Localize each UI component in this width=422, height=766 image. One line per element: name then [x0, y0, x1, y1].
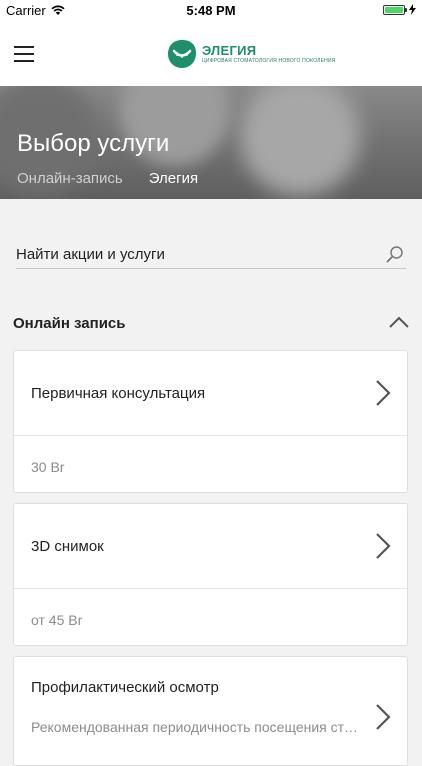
service-name: Первичная консультация	[31, 385, 206, 402]
status-time: 5:48 PM	[186, 3, 236, 18]
section-title: Онлайн запись	[13, 315, 126, 332]
service-card[interactable]: 3D снимок от 45 Br	[13, 503, 408, 646]
logo-name: ЭЛЕГИЯ	[202, 43, 257, 58]
chevron-right-icon	[376, 380, 391, 406]
page-title: Выбор услуги	[17, 130, 170, 157]
nav-bar: ЭЛЕГИЯ ЦИФРОВАЯ СТОМАТОЛОГИЯ НОВОГО ПОКО…	[0, 22, 422, 86]
hero-banner: Выбор услуги Онлайн-запись Элегия	[0, 86, 422, 199]
menu-icon-line	[14, 46, 34, 48]
search-icon[interactable]	[386, 245, 404, 263]
tooth-logo-icon	[168, 40, 196, 68]
battery-icon	[383, 4, 407, 15]
hero-photo-blur	[240, 86, 360, 196]
service-description: Рекомендованная периодичность посещения …	[31, 719, 361, 735]
tab-online-booking[interactable]: Онлайн-запись	[17, 170, 123, 187]
service-card-header: Первичная консультация	[14, 351, 407, 436]
status-right	[383, 4, 416, 15]
hero-tabs: Онлайн-запись Элегия	[17, 170, 198, 187]
service-card[interactable]: Первичная консультация 30 Br	[13, 350, 408, 493]
search-input[interactable]	[16, 242, 376, 266]
section-header[interactable]: Онлайн запись	[13, 312, 409, 336]
tab-elegia[interactable]: Элегия	[149, 170, 198, 187]
service-price: от 45 Br	[31, 612, 83, 628]
chevron-right-icon	[376, 704, 391, 730]
chevron-up-icon[interactable]	[389, 316, 409, 328]
chevron-right-icon	[376, 533, 391, 559]
service-price: 30 Br	[31, 459, 65, 475]
search-bar	[16, 242, 406, 269]
service-card-header: 3D снимок	[14, 504, 407, 589]
service-name: 3D снимок	[31, 538, 104, 555]
service-name: Профилактический осмотр	[31, 679, 219, 696]
menu-icon-line	[14, 53, 34, 55]
status-bar: Carrier 5:48 PM	[0, 0, 422, 22]
menu-icon-line	[14, 60, 34, 62]
logo-tagline: ЦИФРОВАЯ СТОМАТОЛОГИЯ НОВОГО ПОКОЛЕНИЯ	[202, 58, 336, 64]
menu-button[interactable]	[14, 46, 34, 62]
charging-icon	[409, 4, 416, 15]
app-logo: ЭЛЕГИЯ ЦИФРОВАЯ СТОМАТОЛОГИЯ НОВОГО ПОКО…	[166, 36, 336, 72]
